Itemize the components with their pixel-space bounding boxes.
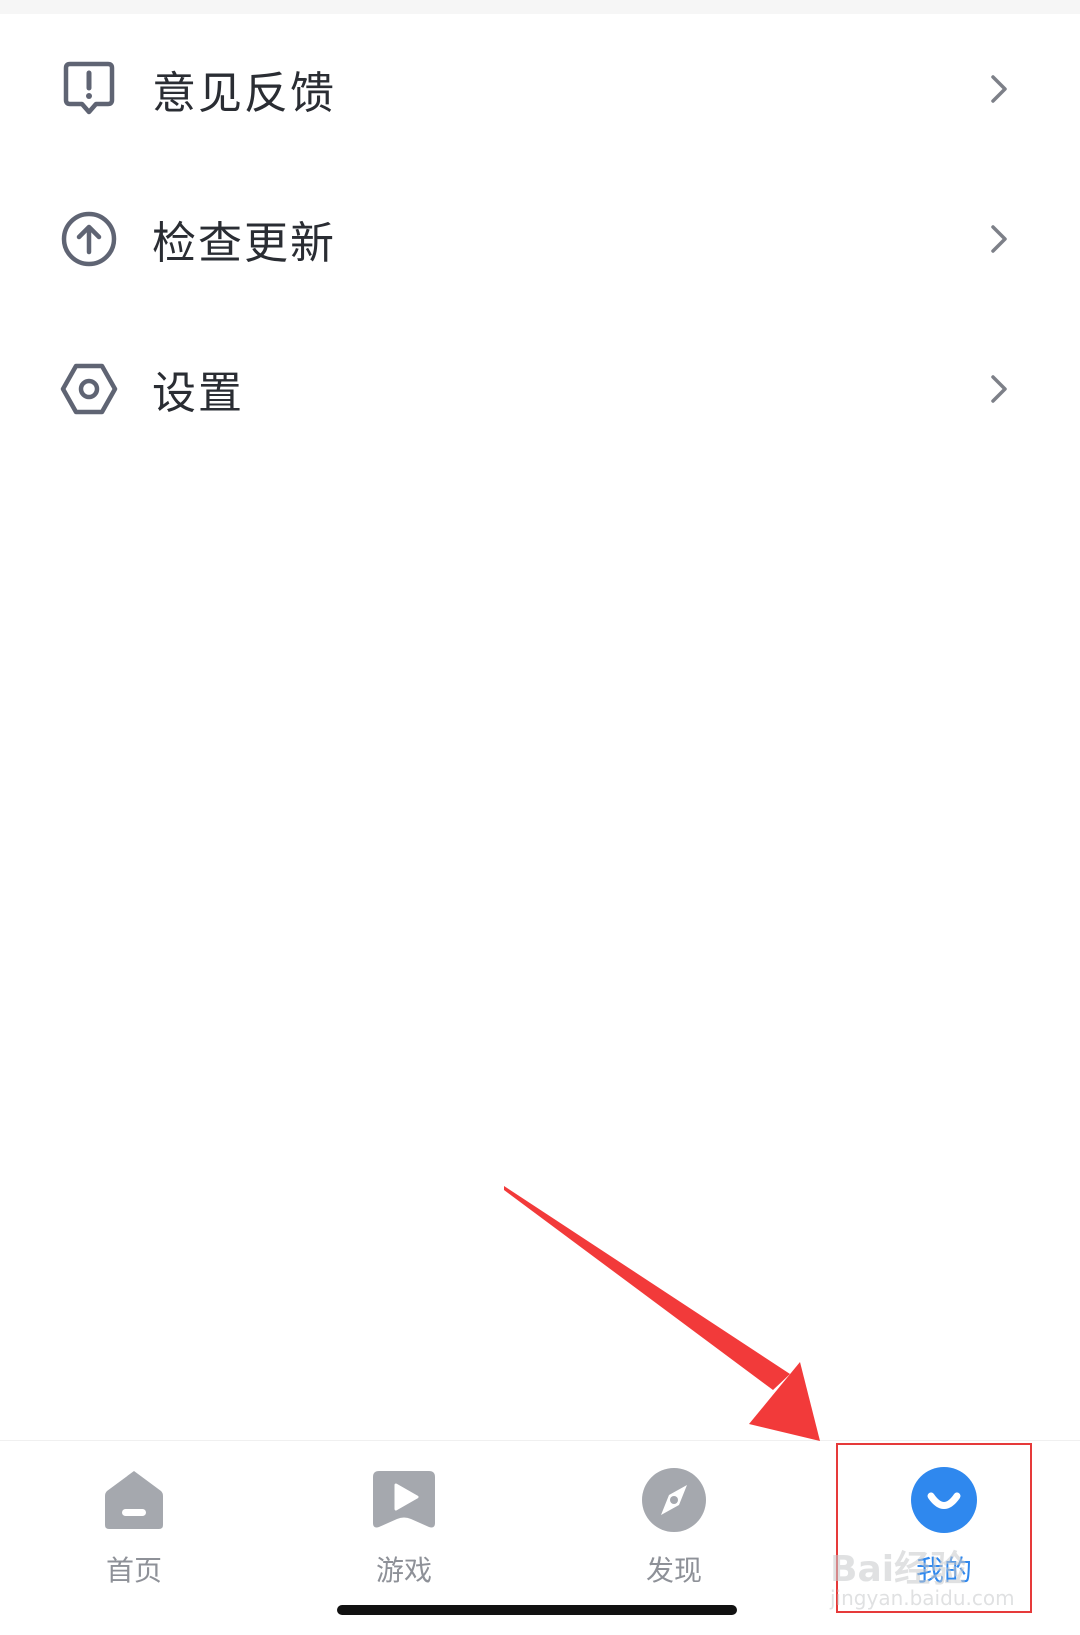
tab-discover[interactable]: 发现 [574, 1441, 774, 1601]
menu-item-label: 设置 [152, 368, 244, 419]
feedback-icon [60, 60, 118, 118]
watermark-url: jingyan.baidu.com [830, 1586, 1015, 1610]
watermark-brand: Bai经验 [830, 1549, 967, 1590]
profile-icon [911, 1467, 977, 1533]
menu-item-check-update[interactable]: 检查更新 [0, 164, 1080, 314]
top-divider [0, 0, 1080, 14]
tab-label: 游戏 [375, 1554, 432, 1587]
baidu-watermark: Bai经验 jingyan.baidu.com [830, 1540, 1060, 1610]
menu-item-settings[interactable]: 设置 [0, 314, 1080, 464]
menu-item-label: 意见反馈 [152, 68, 336, 119]
update-icon [60, 210, 118, 268]
menu-item-label: 检查更新 [152, 218, 336, 269]
game-icon [373, 1471, 435, 1528]
settings-icon [60, 360, 118, 418]
tab-label: 发现 [645, 1554, 702, 1587]
chevron-right-icon [991, 375, 1007, 403]
tab-label: 首页 [105, 1554, 162, 1587]
home-indicator[interactable] [337, 1605, 737, 1615]
profile-page: 意见反馈 检查更新 设置 首页 游戏 发现 我的 Bai经验 jingyan.b… [0, 0, 1080, 1635]
home-icon [105, 1471, 163, 1529]
chevron-right-icon [991, 75, 1007, 103]
menu-item-feedback[interactable]: 意见反馈 [0, 14, 1080, 164]
settings-menu: 意见反馈 检查更新 设置 [0, 14, 1080, 464]
chevron-right-icon [991, 225, 1007, 253]
tab-home[interactable]: 首页 [34, 1441, 234, 1601]
tab-game[interactable]: 游戏 [304, 1441, 504, 1601]
discover-icon [642, 1468, 706, 1532]
